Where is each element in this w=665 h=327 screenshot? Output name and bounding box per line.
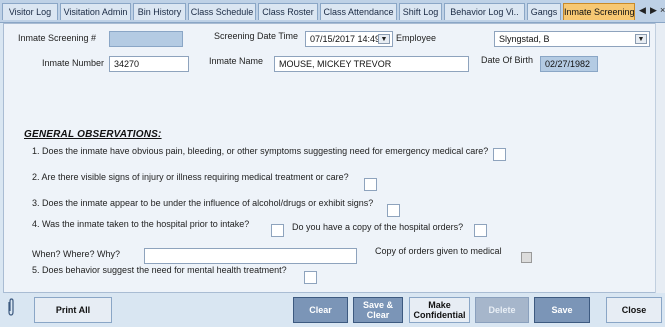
make-confidential-line-1: Make (428, 300, 451, 310)
dob-label: Date Of Birth (481, 55, 534, 65)
question-4: 4. Was the inmate taken to the hospital … (32, 219, 250, 229)
tab-class-attendance[interactable]: Class Attendance (320, 3, 397, 20)
tab-bar: Visitor Log Visitation Admin Bin History… (0, 0, 665, 23)
inmate-name-label: Inmate Name (209, 56, 264, 66)
tab-gangs[interactable]: Gangs (527, 3, 561, 20)
make-confidential-button[interactable]: Make Confidential (409, 297, 470, 323)
general-observations-heading: GENERAL OBSERVATIONS: (24, 129, 162, 140)
screening-number-field (109, 31, 183, 47)
tab-next-icon[interactable]: ▶ (650, 5, 657, 16)
when-where-why-label: When? Where? Why? (32, 249, 121, 259)
paperclip-icon[interactable] (6, 298, 16, 316)
question-3-checkbox[interactable] (387, 204, 400, 217)
copy-orders-checkbox[interactable] (521, 252, 532, 263)
dob-field: 02/27/1982 (540, 56, 598, 72)
screening-datetime-field[interactable]: 07/15/2017 14:49 ▼ (305, 31, 393, 47)
tab-class-schedule[interactable]: Class Schedule (188, 3, 256, 20)
save-button[interactable]: Save (534, 297, 590, 323)
chevron-down-icon[interactable]: ▼ (635, 34, 647, 44)
save-and-clear-button[interactable]: Save & Clear (353, 297, 403, 323)
save-and-clear-line-2: Clear (366, 310, 390, 320)
question-2-checkbox[interactable] (364, 178, 377, 191)
save-and-clear-line-1: Save & (362, 300, 394, 310)
employee-label: Employee (396, 33, 437, 43)
clear-button[interactable]: Clear (293, 297, 348, 323)
tab-shift-log[interactable]: Shift Log (399, 3, 442, 20)
inmate-number-field[interactable]: 34270 (109, 56, 189, 72)
tab-inmate-screening[interactable]: Inmate Screening (563, 3, 635, 20)
vertical-scrollbar[interactable] (655, 23, 665, 293)
screening-datetime-value: 07/15/2017 14:49 (310, 34, 381, 44)
tab-close-icon[interactable]: × (660, 5, 665, 15)
copy-orders-label: Copy of orders given to medical (375, 246, 502, 256)
question-4b-checkbox[interactable] (474, 224, 487, 237)
question-5: 5. Does behavior suggest the need for me… (32, 265, 287, 275)
delete-button[interactable]: Delete (475, 297, 529, 323)
chevron-down-icon[interactable]: ▼ (378, 34, 390, 44)
question-4-checkbox[interactable] (271, 224, 284, 237)
tab-visitation-admin[interactable]: Visitation Admin (60, 3, 131, 20)
inmate-screening-panel: Inmate Screening # Screening Date Time 0… (3, 23, 660, 293)
print-all-button[interactable]: Print All (34, 297, 112, 323)
tab-visitor-log[interactable]: Visitor Log (2, 3, 58, 20)
action-footer: Print All Clear Save & Clear Make Confid… (0, 293, 665, 327)
screening-number-label: Inmate Screening # (18, 33, 97, 43)
question-3: 3. Does the inmate appear to be under th… (32, 198, 374, 208)
inmate-name-field[interactable]: MOUSE, MICKEY TREVOR (274, 56, 469, 72)
inmate-number-label: Inmate Number (42, 58, 105, 68)
make-confidential-line-2: Confidential (413, 310, 466, 320)
close-button[interactable]: Close (606, 297, 662, 323)
question-4b: Do you have a copy of the hospital order… (292, 222, 464, 232)
question-1: 1. Does the inmate have obvious pain, bl… (32, 146, 489, 156)
tab-behavior-log[interactable]: Behavior Log Vi.. (444, 3, 525, 20)
tab-class-roster[interactable]: Class Roster (258, 3, 318, 20)
screening-datetime-label: Screening Date Time (214, 31, 299, 41)
employee-field[interactable]: Slyngstad, B ▼ (494, 31, 650, 47)
tab-bin-history[interactable]: Bin History (133, 3, 186, 20)
tab-prev-icon[interactable]: ◀ (639, 5, 646, 16)
question-1-checkbox[interactable] (493, 148, 506, 161)
employee-value: Slyngstad, B (499, 34, 550, 44)
question-5-checkbox[interactable] (304, 271, 317, 284)
question-2: 2. Are there visible signs of injury or … (32, 172, 349, 182)
when-where-why-field[interactable] (144, 248, 357, 264)
